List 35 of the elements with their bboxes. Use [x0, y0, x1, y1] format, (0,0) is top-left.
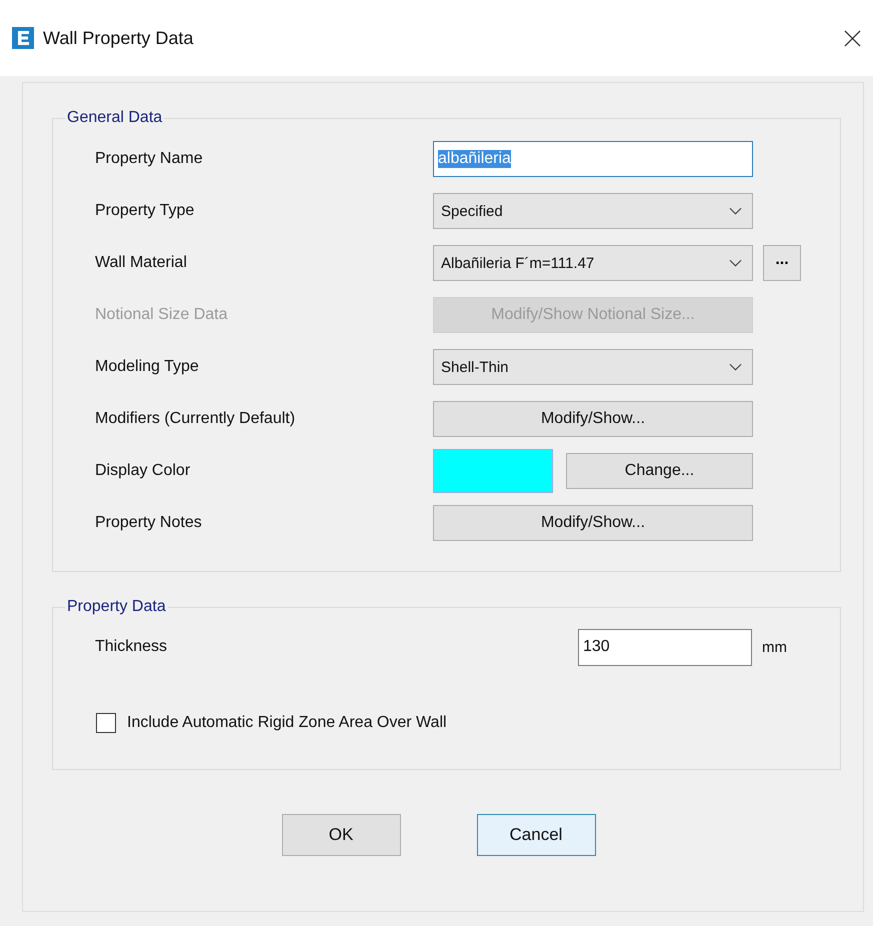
dropdown[interactable]: Shell-Thin — [433, 349, 753, 385]
app-logo-icon — [12, 27, 34, 49]
ellipsis-button[interactable]: ... — [763, 245, 801, 281]
color-swatch[interactable] — [433, 449, 553, 493]
chevron-down-icon — [729, 207, 742, 215]
field-label: Modeling Type — [95, 358, 200, 376]
dropdown[interactable]: Specified — [433, 193, 753, 229]
dropdown-value: Shell-Thin — [441, 358, 509, 376]
dropdown-value: Albañileria F´m=111.47 — [441, 254, 594, 272]
field-label: Modifiers (Currently Default) — [95, 410, 296, 428]
change-button[interactable]: Change... — [566, 453, 753, 489]
checkbox[interactable] — [96, 713, 116, 733]
dropdown[interactable]: Albañileria F´m=111.47 — [433, 245, 753, 281]
field-label: Property Name — [95, 150, 204, 168]
field-label: Thickness — [95, 638, 168, 656]
window-title: Wall Property Data — [43, 28, 194, 48]
group-title: General Data — [66, 109, 164, 127]
modify-button[interactable]: Modify/Show... — [433, 401, 753, 437]
field-label: Notional Size Data — [95, 306, 229, 324]
field-value: albañileria — [438, 150, 511, 168]
ok-button[interactable]: OK — [282, 814, 400, 856]
field-label: Property Notes — [95, 514, 203, 532]
chevron-down-icon — [729, 363, 742, 371]
chevron-down-icon — [729, 259, 742, 267]
group-title: Property Data — [66, 598, 167, 616]
thickness-field[interactable]: 130 — [578, 628, 752, 666]
checkbox-label: Include Automatic Rigid Zone Area Over Wall — [127, 714, 447, 732]
field-label: Wall Material — [95, 254, 188, 272]
unit-label: mm — [762, 638, 787, 656]
field-label: Display Color — [95, 462, 192, 480]
modify-button[interactable]: Modify/Show... — [433, 505, 753, 541]
dropdown-value: Specified — [441, 202, 503, 220]
field-label: Property Type — [95, 202, 196, 220]
close-icon[interactable] — [844, 30, 861, 46]
cancel-button[interactable]: Cancel — [476, 814, 596, 856]
